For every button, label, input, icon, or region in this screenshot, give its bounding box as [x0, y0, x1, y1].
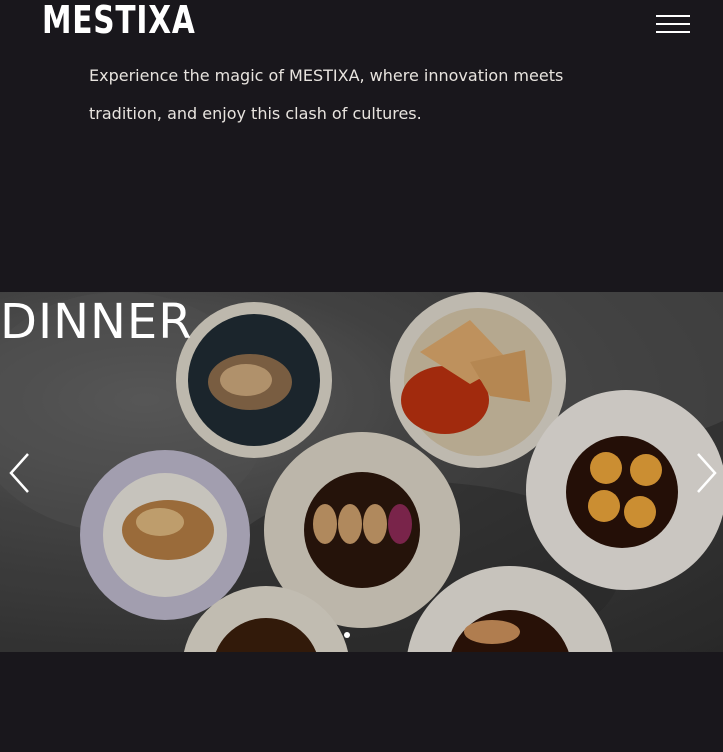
chevron-left-icon[interactable] [8, 452, 32, 494]
site-header: MESTIXA [0, 0, 723, 50]
slide-title: DINNER [0, 294, 193, 350]
site-logo[interactable]: MESTIXA [42, 0, 196, 42]
dinner-slider: DINNER [0, 292, 723, 652]
hamburger-menu-icon[interactable] [656, 15, 690, 35]
intro-text: Experience the magic of MESTIXA, where i… [89, 66, 564, 123]
slider-dot[interactable] [344, 632, 350, 638]
chevron-right-icon[interactable] [694, 452, 718, 494]
